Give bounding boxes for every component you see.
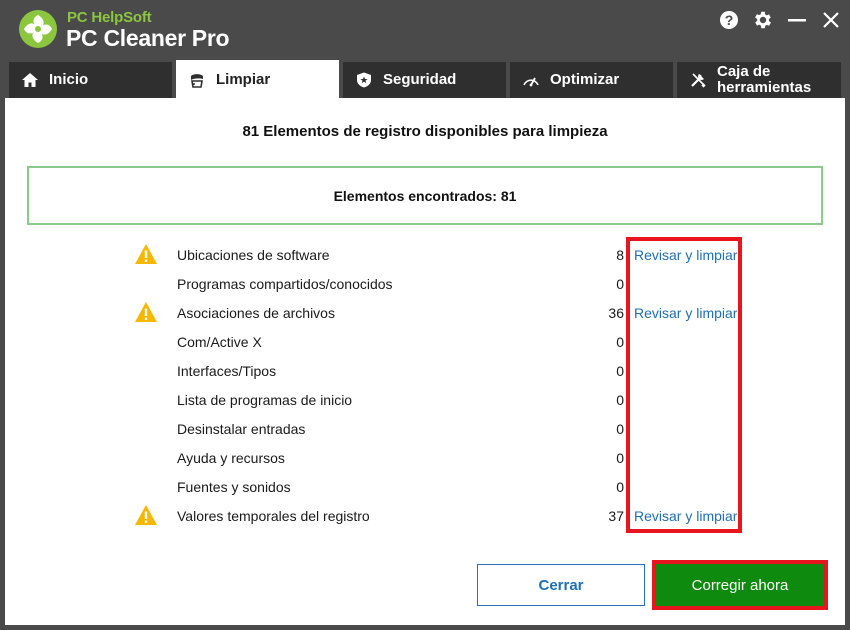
page-title: 81 Elementos de registro disponibles par…: [242, 123, 608, 140]
speedometer-icon: [522, 71, 540, 89]
svg-text:?: ?: [725, 12, 734, 28]
item-count: 0: [616, 276, 624, 292]
item-label: Valores temporales del registro: [177, 508, 370, 524]
tab-limpiar[interactable]: Limpiar: [176, 60, 339, 100]
minimize-icon[interactable]: [786, 9, 808, 31]
item-count: 8: [616, 247, 624, 263]
clean-panel: 81 Elementos de registro disponibles par…: [5, 98, 845, 625]
item-label: Programas compartidos/conocidos: [177, 276, 393, 292]
list-item: Ubicaciones de software 8 Revisar y limp…: [5, 243, 845, 267]
tab-seguridad[interactable]: Seguridad: [343, 62, 506, 98]
app-title: PC Cleaner Pro: [66, 25, 230, 51]
item-label: Interfaces/Tipos: [177, 363, 277, 379]
found-summary-box: Elementos encontrados: 81: [27, 166, 823, 225]
item-count: 0: [616, 421, 624, 437]
review-clean-link[interactable]: Revisar y limpiar: [634, 508, 737, 524]
list-item: Desinstalar entradas 0: [5, 417, 845, 441]
fix-button-highlight-frame: Corregir ahora: [652, 560, 828, 610]
close-icon[interactable]: [820, 9, 842, 31]
item-label: Asociaciones de archivos: [177, 305, 335, 321]
item-count: 37: [608, 508, 624, 524]
brand-company: PC HelpSoft: [67, 9, 152, 26]
item-label: Com/Active X: [177, 334, 262, 350]
item-count: 0: [616, 392, 624, 408]
review-clean-link[interactable]: Revisar y limpiar: [634, 305, 737, 321]
tab-label: Seguridad: [383, 71, 457, 88]
item-count: 0: [616, 450, 624, 466]
list-item: Asociaciones de archivos 36 Revisar y li…: [5, 301, 845, 325]
list-item: Lista de programas de inicio 0: [5, 388, 845, 412]
gear-icon[interactable]: [752, 9, 774, 31]
tab-caja-de-herramientas[interactable]: Caja de herramientas: [677, 62, 841, 98]
broom-icon: [188, 71, 206, 89]
found-count-text: Elementos encontrados: 81: [333, 187, 517, 204]
title-bar: PC HelpSoft PC Cleaner Pro ?: [0, 0, 850, 60]
item-count: 0: [616, 479, 624, 495]
item-label: Lista de programas de inicio: [177, 392, 353, 408]
tools-icon: [689, 71, 707, 89]
shield-icon: [355, 71, 373, 89]
item-label: Ayuda y recursos: [177, 450, 285, 466]
warning-icon: [135, 244, 157, 264]
warning-icon: [135, 302, 157, 322]
item-label: Desinstalar entradas: [177, 421, 306, 437]
close-button[interactable]: Cerrar: [477, 564, 645, 606]
app-logo-icon: [19, 10, 57, 48]
item-label: Ubicaciones de software: [177, 247, 330, 263]
main-tabs: Inicio Limpiar Seguridad Optimizar Caja …: [0, 60, 850, 100]
review-clean-link[interactable]: Revisar y limpiar: [634, 247, 737, 263]
tab-label: Optimizar: [550, 71, 620, 88]
list-item: Fuentes y sonidos 0: [5, 475, 845, 499]
list-item: Valores temporales del registro 37 Revis…: [5, 504, 845, 528]
list-item: Interfaces/Tipos 0: [5, 359, 845, 383]
fix-now-button[interactable]: Corregir ahora: [656, 564, 824, 606]
item-count: 36: [608, 305, 624, 321]
item-count: 0: [616, 363, 624, 379]
warning-icon: [135, 505, 157, 525]
tab-label: Inicio: [49, 71, 89, 88]
item-count: 0: [616, 334, 624, 350]
home-icon: [21, 71, 39, 89]
tab-optimizar[interactable]: Optimizar: [510, 62, 673, 98]
tab-label: Limpiar: [216, 71, 271, 88]
tab-label: Caja de herramientas: [717, 63, 812, 96]
list-item: Com/Active X 0: [5, 330, 845, 354]
list-item: Ayuda y recursos 0: [5, 446, 845, 470]
list-item: Programas compartidos/conocidos 0: [5, 272, 845, 296]
tab-inicio[interactable]: Inicio: [9, 62, 172, 98]
help-icon[interactable]: ?: [718, 9, 740, 31]
item-label: Fuentes y sonidos: [177, 479, 291, 495]
